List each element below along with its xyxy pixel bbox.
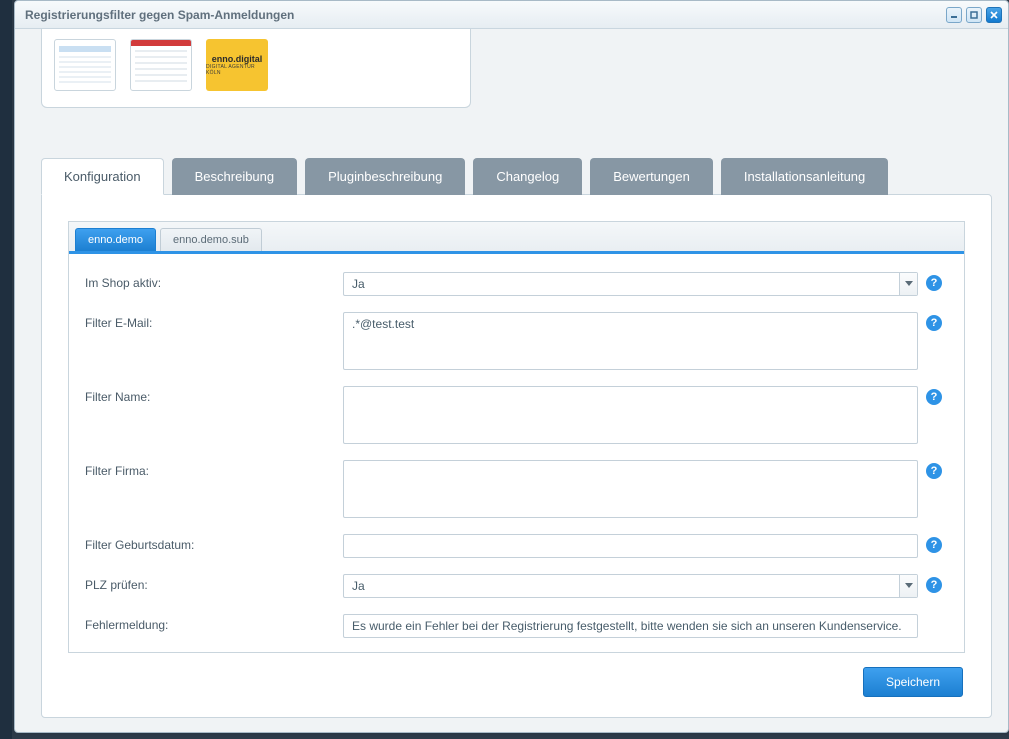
help-icon[interactable]: ? xyxy=(926,389,942,405)
label-filter-company: Filter Firma: xyxy=(85,460,335,478)
tab-label: Bewertungen xyxy=(613,169,690,184)
logo-brand-text: enno.digital xyxy=(212,54,263,65)
label-filter-name: Filter Name: xyxy=(85,386,335,404)
help-icon[interactable]: ? xyxy=(926,463,942,479)
titlebar: Registrierungsfilter gegen Spam-Anmeldun… xyxy=(15,1,1008,29)
subtab-main-shop[interactable]: enno.demo xyxy=(75,228,156,251)
subtab-label: enno.demo xyxy=(88,234,143,246)
input-error-message[interactable] xyxy=(343,614,918,638)
minimize-icon xyxy=(950,11,958,19)
tab-label: Beschreibung xyxy=(195,169,275,184)
label-active: Im Shop aktiv: xyxy=(85,272,335,290)
config-inner-panel: enno.demo enno.demo.sub Im Shop aktiv: J… xyxy=(68,221,965,653)
tab-reviews[interactable]: Bewertungen xyxy=(590,158,713,195)
config-form: Im Shop aktiv: Ja ? Filter E-Mail: ? Fil… xyxy=(69,254,964,652)
textarea-filter-company[interactable] xyxy=(343,460,918,518)
label-zip: PLZ prüfen: xyxy=(85,574,335,592)
dialog-window: Registrierungsfilter gegen Spam-Anmeldun… xyxy=(14,0,1009,733)
help-icon[interactable]: ? xyxy=(926,537,942,553)
window-scroll[interactable]: enno.digital DIGITAL AGENTUR KÖLN Konfig… xyxy=(15,29,1008,732)
subtab-sub-shop[interactable]: enno.demo.sub xyxy=(160,228,262,251)
tab-plugindesc[interactable]: Pluginbeschreibung xyxy=(305,158,465,195)
dropdown-trigger[interactable] xyxy=(899,273,917,295)
input-filter-birth[interactable] xyxy=(343,534,918,558)
tab-changelog[interactable]: Changelog xyxy=(473,158,582,195)
select-zip[interactable]: Ja xyxy=(343,574,918,598)
save-button[interactable]: Speichern xyxy=(863,667,963,697)
window-controls xyxy=(946,7,1002,23)
logo-thumbnail[interactable]: enno.digital DIGITAL AGENTUR KÖLN xyxy=(206,39,268,91)
window-title: Registrierungsfilter gegen Spam-Anmeldun… xyxy=(25,8,946,22)
maximize-icon xyxy=(970,11,978,19)
help-icon[interactable]: ? xyxy=(926,577,942,593)
minimize-button[interactable] xyxy=(946,7,962,23)
panel-footer: Speichern xyxy=(68,653,965,697)
label-filter-birth: Filter Geburtsdatum: xyxy=(85,534,335,552)
select-active[interactable]: Ja xyxy=(343,272,918,296)
thumbnail-panel: enno.digital DIGITAL AGENTUR KÖLN xyxy=(41,29,471,108)
select-active-value: Ja xyxy=(344,273,899,295)
tab-label: Changelog xyxy=(496,169,559,184)
main-tabstrip: Konfiguration Beschreibung Pluginbeschre… xyxy=(41,158,992,195)
maximize-button[interactable] xyxy=(966,7,982,23)
tab-label: Installationsanleitung xyxy=(744,169,865,184)
tab-label: Pluginbeschreibung xyxy=(328,169,442,184)
help-icon[interactable]: ? xyxy=(926,275,942,291)
tab-label: Konfiguration xyxy=(64,169,141,184)
tab-install[interactable]: Installationsanleitung xyxy=(721,158,888,195)
label-error: Fehlermeldung: xyxy=(85,614,335,632)
save-button-label: Speichern xyxy=(886,675,940,689)
tab-description[interactable]: Beschreibung xyxy=(172,158,298,195)
textarea-filter-name[interactable] xyxy=(343,386,918,444)
tab-panel-configuration: enno.demo enno.demo.sub Im Shop aktiv: J… xyxy=(41,194,992,718)
dropdown-trigger[interactable] xyxy=(899,575,917,597)
screenshot-thumbnail[interactable] xyxy=(54,39,116,91)
shop-subtabs: enno.demo enno.demo.sub xyxy=(69,222,964,254)
close-icon xyxy=(990,11,998,19)
tab-configuration[interactable]: Konfiguration xyxy=(41,158,164,195)
chevron-down-icon xyxy=(905,583,913,589)
chevron-down-icon xyxy=(905,281,913,287)
subtab-label: enno.demo.sub xyxy=(173,234,249,246)
label-filter-email: Filter E-Mail: xyxy=(85,312,335,330)
screenshot-thumbnail[interactable] xyxy=(130,39,192,91)
textarea-filter-email[interactable] xyxy=(343,312,918,370)
help-icon[interactable]: ? xyxy=(926,315,942,331)
close-button[interactable] xyxy=(986,7,1002,23)
logo-tagline-text: DIGITAL AGENTUR KÖLN xyxy=(206,64,268,76)
select-zip-value: Ja xyxy=(344,575,899,597)
